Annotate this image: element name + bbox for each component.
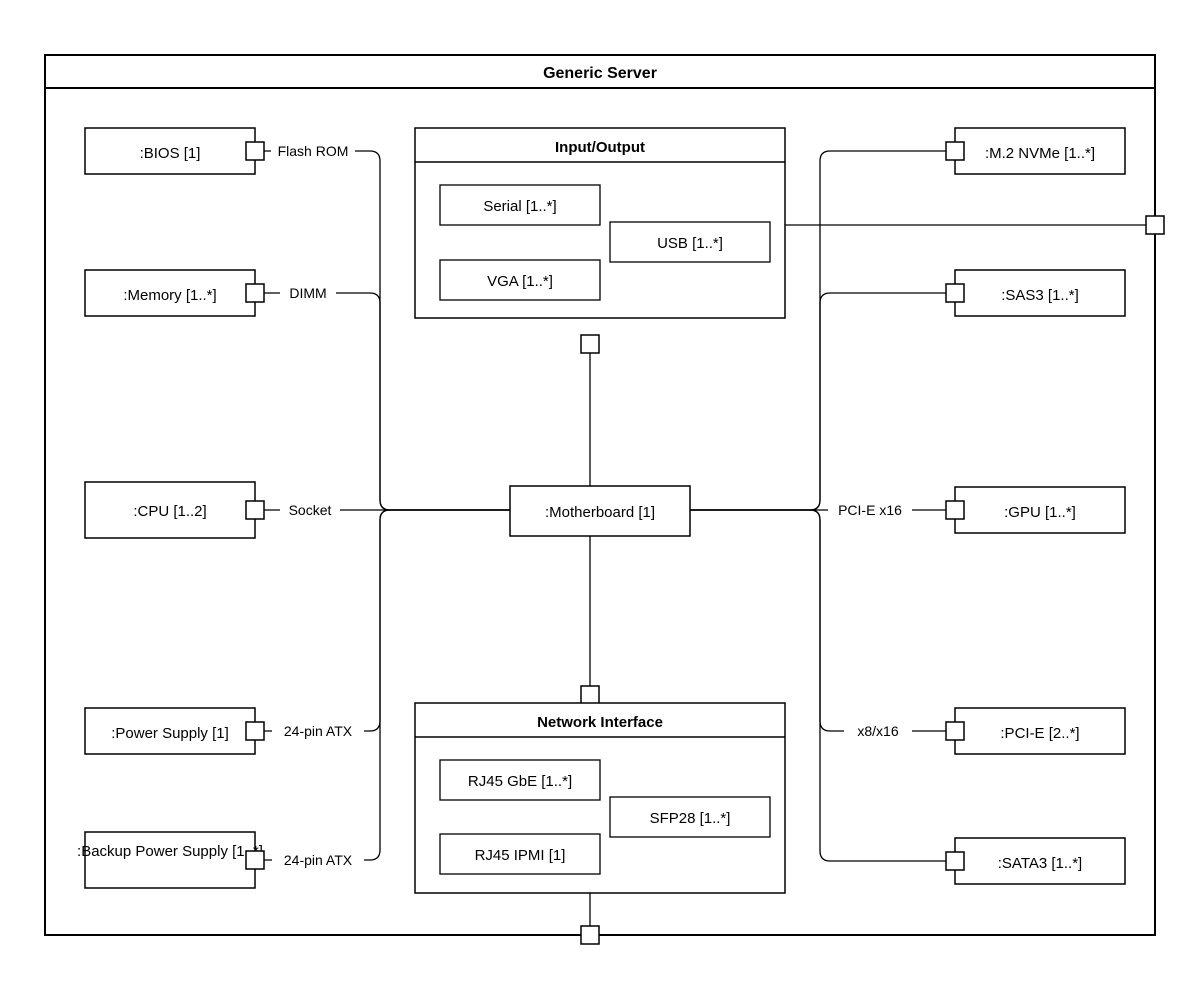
- edge-bios-label: Flash ROM: [278, 143, 349, 159]
- io-port-icon: [581, 335, 599, 353]
- frame-network-port-icon: [581, 926, 599, 944]
- node-vga-label: VGA [1..*]: [487, 273, 553, 290]
- node-sata: :SATA3 [1..*]: [946, 838, 1125, 884]
- node-sas3-label: :SAS3 [1..*]: [1001, 287, 1079, 304]
- node-m2: :M.2 NVMe [1..*]: [946, 128, 1125, 174]
- group-network-title: Network Interface: [537, 714, 663, 731]
- node-serial-label: Serial [1..*]: [483, 198, 556, 215]
- node-sfp28-label: SFP28 [1..*]: [650, 810, 731, 827]
- group-io-title: Input/Output: [555, 139, 645, 156]
- diagram-canvas: Generic Server :BIOS [1] Flash ROM :Memo…: [0, 0, 1200, 988]
- memory-port-icon: [246, 284, 264, 302]
- cpu-port-icon: [246, 501, 264, 519]
- sata-port-icon: [946, 852, 964, 870]
- node-bpsu: :Backup Power Supply [1..*]: [77, 832, 264, 888]
- bios-port-icon: [246, 142, 264, 160]
- net-port-icon: [581, 686, 599, 704]
- node-bios: :BIOS [1]: [85, 128, 264, 174]
- node-cpu: :CPU [1..2]: [85, 482, 264, 538]
- node-gpu: :GPU [1..*]: [946, 487, 1125, 533]
- edge-memory-label: DIMM: [289, 285, 326, 301]
- node-psu-label: :Power Supply [1]: [111, 725, 229, 742]
- sas3-port-icon: [946, 284, 964, 302]
- node-bpsu-label: :Backup Power Supply [1..*]: [77, 843, 263, 860]
- node-memory-label: :Memory [1..*]: [123, 287, 216, 304]
- m2-port-icon: [946, 142, 964, 160]
- edge-psu-label: 24-pin ATX: [284, 723, 353, 739]
- node-rj45ipmi-label: RJ45 IPMI [1]: [475, 847, 566, 864]
- node-pcie-label: :PCI-E [2..*]: [1000, 725, 1079, 742]
- edge-cpu-label: Socket: [289, 502, 332, 518]
- node-sata-label: :SATA3 [1..*]: [998, 855, 1082, 872]
- group-io: Input/Output Serial [1..*] USB [1..*] VG…: [415, 128, 785, 318]
- node-bios-label: :BIOS [1]: [140, 145, 201, 162]
- edge-pcie-label: x8/x16: [857, 723, 898, 739]
- group-network: Network Interface RJ45 GbE [1..*] SFP28 …: [415, 703, 785, 893]
- node-m2-label: :M.2 NVMe [1..*]: [985, 145, 1095, 162]
- node-pcie: :PCI-E [2..*]: [946, 708, 1125, 754]
- node-rj45gbe-label: RJ45 GbE [1..*]: [468, 773, 572, 790]
- node-motherboard-label: :Motherboard [1]: [545, 504, 655, 521]
- node-usb-label: USB [1..*]: [657, 235, 723, 252]
- node-cpu-label: :CPU [1..2]: [133, 503, 206, 520]
- edge-gpu-label: PCI-E x16: [838, 502, 902, 518]
- node-memory: :Memory [1..*]: [85, 270, 264, 316]
- edge-bpsu-label: 24-pin ATX: [284, 852, 353, 868]
- psu-port-icon: [246, 722, 264, 740]
- node-sas3: :SAS3 [1..*]: [946, 270, 1125, 316]
- pcie-port-icon: [946, 722, 964, 740]
- node-psu: :Power Supply [1]: [85, 708, 264, 754]
- gpu-port-icon: [946, 501, 964, 519]
- bpsu-port-icon: [246, 851, 264, 869]
- node-gpu-label: :GPU [1..*]: [1004, 504, 1076, 521]
- frame-io-port-icon: [1146, 216, 1164, 234]
- node-motherboard: :Motherboard [1]: [510, 486, 690, 536]
- frame-title: Generic Server: [543, 65, 657, 82]
